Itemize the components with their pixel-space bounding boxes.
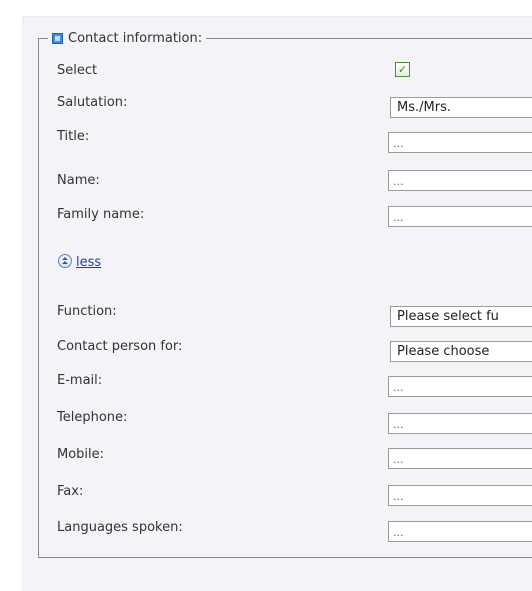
- section-toggle-icon[interactable]: [52, 32, 63, 44]
- name-field[interactable]: ...: [388, 170, 532, 191]
- family-name-field[interactable]: ...: [388, 206, 532, 227]
- fax-field[interactable]: ...: [388, 485, 532, 506]
- salutation-select[interactable]: Ms./Mrs.: [390, 97, 532, 118]
- contact-person-for-select[interactable]: Please choose: [390, 341, 532, 362]
- less-link[interactable]: less: [76, 255, 101, 270]
- languages-spoken-field[interactable]: ...: [388, 521, 532, 542]
- title-field[interactable]: ...: [388, 132, 532, 153]
- function-label: Function:: [57, 304, 117, 319]
- title-label: Title:: [57, 129, 90, 144]
- email-label: E-mail:: [57, 373, 103, 388]
- function-select[interactable]: Please select fu: [390, 306, 532, 327]
- select-label: Select: [57, 63, 98, 78]
- fax-label: Fax:: [57, 484, 84, 499]
- mobile-field[interactable]: ...: [388, 448, 532, 469]
- section-legend: Contact information:: [48, 29, 207, 47]
- contact-person-for-label: Contact person for:: [57, 339, 183, 354]
- salutation-label: Salutation:: [57, 95, 128, 110]
- select-checkbox[interactable]: ✓: [395, 62, 410, 77]
- section-title: Contact information:: [68, 30, 203, 46]
- email-field[interactable]: ...: [388, 376, 532, 397]
- name-label: Name:: [57, 173, 100, 188]
- telephone-label: Telephone:: [57, 410, 128, 425]
- telephone-field[interactable]: ...: [388, 413, 532, 434]
- mobile-label: Mobile:: [57, 447, 105, 462]
- collapse-up-icon[interactable]: [58, 253, 72, 268]
- form-canvas: Contact information: Select ✓ Salutation…: [0, 0, 532, 591]
- family-name-label: Family name:: [57, 207, 145, 222]
- less-toggle[interactable]: less: [58, 251, 101, 270]
- languages-spoken-label: Languages spoken:: [57, 520, 183, 535]
